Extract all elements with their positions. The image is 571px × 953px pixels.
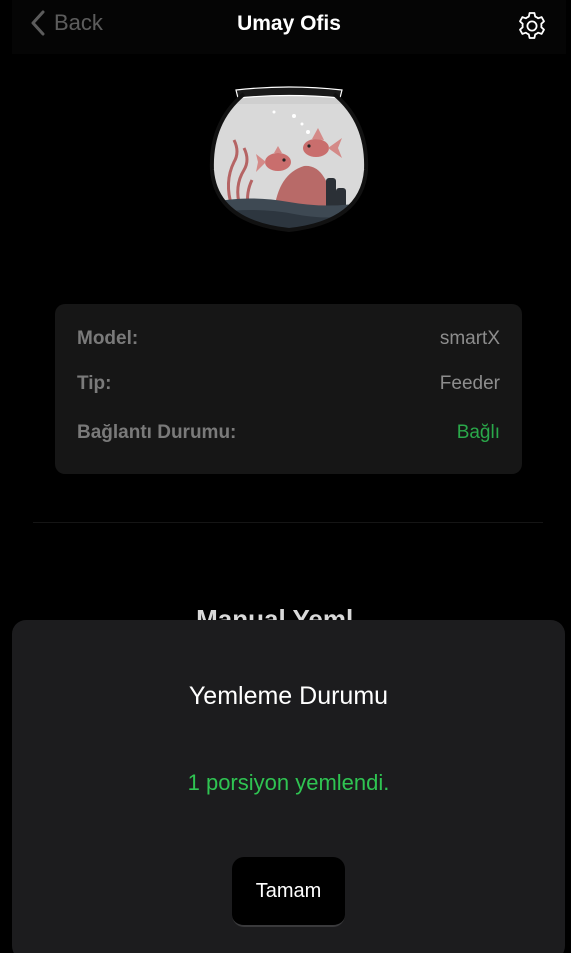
sheet-title: Yemleme Durumu	[188, 682, 389, 710]
page-title: Umay Ofis	[237, 12, 341, 35]
feeding-status-sheet: Yemleme Durumu 1 porsiyon yemlendi. Tama…	[12, 620, 565, 953]
fishbowl-illustration	[209, 86, 369, 233]
nav-bar: Back Umay Ofis	[12, 0, 566, 54]
info-value: Feeder	[439, 373, 500, 394]
gear-icon[interactable]	[516, 10, 548, 42]
info-label: Tip:	[77, 373, 112, 394]
connection-status: Bağlı	[456, 422, 500, 443]
info-label: Bağlantı Durumu:	[77, 422, 237, 443]
screen: Back Umay Ofis Model: smartX Tip: Feeder…	[0, 0, 571, 953]
info-label: Model:	[77, 328, 139, 349]
divider	[33, 522, 543, 523]
info-row-model: Model: smartX	[77, 328, 500, 354]
info-row-connection: Bağlantı Durumu: Bağlı	[77, 422, 500, 448]
sheet-message: 1 porsiyon yemlendi.	[187, 770, 390, 795]
device-info-card: Model: smartX Tip: Feeder Bağlantı Durum…	[55, 304, 522, 474]
ok-button[interactable]: Tamam	[232, 857, 345, 927]
info-row-type: Tip: Feeder	[77, 373, 500, 399]
info-value: smartX	[439, 328, 500, 349]
